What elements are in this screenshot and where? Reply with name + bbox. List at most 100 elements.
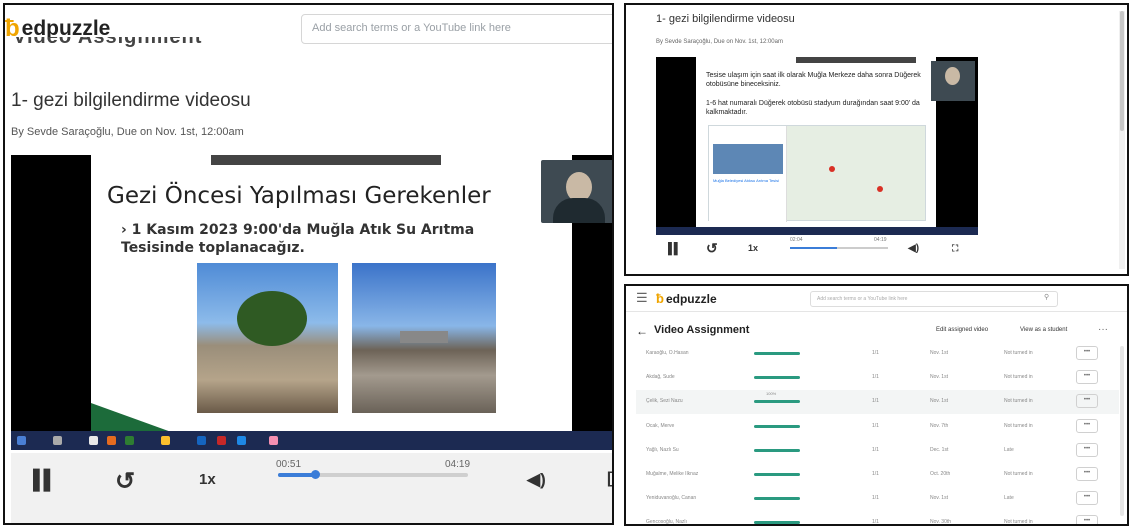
map-place-name: Muğla Belediyesi Atıksu Arıtma Tesisi — [713, 178, 779, 183]
questions-answered: 1/1 — [872, 446, 879, 453]
fullscreen-icon[interactable]: [ — [607, 470, 612, 488]
webcam-overlay — [541, 160, 612, 223]
current-time: 00:51 — [276, 459, 302, 470]
logo-text: edpuzzle — [665, 291, 717, 306]
turn-in-status: Not turned in — [1004, 471, 1033, 477]
table-row[interactable]: Gencosoğlu, Nazlı 1/1 Nov. 30th Not turned … — [636, 511, 1119, 526]
progress-bar — [754, 400, 800, 404]
table-row[interactable]: Yağlı, Nazlı Su 1/1 Dec. 1st Late ••• — [636, 439, 1119, 463]
menu-icon[interactable]: ☰ — [636, 290, 648, 306]
speed-button[interactable]: 1x — [199, 471, 216, 488]
recorder-bar — [796, 57, 916, 63]
progress-bar — [754, 424, 800, 428]
table-row[interactable]: Karaoğlu, Ö.Hasan 1/1 Nov. 1st Not turned i… — [636, 342, 1119, 366]
turn-in-status: Not turned in — [1004, 519, 1033, 526]
page-heading-cut: Video Assignment — [13, 37, 203, 48]
duration: 04:19 — [874, 237, 887, 243]
header: ☰ ƀ edpuzzle Add search terms or a YouTu… — [626, 286, 1127, 312]
student-name: Yağlı, Nazlı Su — [646, 446, 679, 453]
progress-percent: 100% — [766, 391, 777, 397]
questions-answered: 1/1 — [872, 374, 879, 381]
photo-gate-road — [352, 263, 496, 413]
left-player-panel: ƀ edpuzzle Add search terms or a YouTube… — [3, 3, 614, 525]
current-time: 02:04 — [790, 237, 803, 243]
video-frame[interactable]: Gezi Öncesi Yapılması Gerekenler › 1 Kas… — [11, 155, 612, 450]
assignment-panel: ☰ ƀ edpuzzle Add search terms or a YouTu… — [624, 284, 1129, 526]
edpuzzle-logo[interactable]: ƀ edpuzzle — [656, 291, 717, 306]
row-actions-button[interactable]: ••• — [1076, 491, 1098, 506]
slide-paragraph-1: Tesise ulaşım için saat ilk olarak Muğla… — [706, 72, 921, 88]
questions-answered: 1/1 — [872, 495, 879, 502]
progress-bar — [754, 448, 800, 452]
recorder-bar — [211, 155, 441, 165]
search-input[interactable]: Add search terms or a YouTube link here — [301, 14, 612, 44]
search-icon[interactable]: ⚲ — [1044, 293, 1049, 301]
slide-bullet: › 1 Kasım 2023 9:00'da Muğla Atık Su Arı… — [121, 222, 475, 256]
row-actions-button[interactable]: ••• — [1076, 394, 1098, 409]
seek-fill — [790, 247, 838, 249]
replay-icon[interactable]: ↺ — [115, 467, 135, 496]
table-row[interactable]: Yeniduvanoğlu, Canan 1/1 Nov. 1st Late ••• — [636, 487, 1119, 511]
more-options-icon[interactable]: ··· — [1098, 324, 1108, 335]
slide-paragraph-2: 1-6 hat numaralı Düğerek otobüsü stadyum… — [706, 100, 920, 116]
turn-in-status: Late — [1004, 446, 1014, 453]
progress-bar — [754, 376, 800, 380]
student-name: Çelik, Sezi Nazu — [646, 398, 683, 405]
turn-in-status: Late — [1004, 495, 1014, 502]
row-actions-button[interactable]: ••• — [1076, 346, 1098, 360]
seek-handle[interactable] — [311, 470, 321, 479]
row-actions-button[interactable]: ••• — [1076, 370, 1098, 385]
student-name: Ocak, Merve — [646, 422, 675, 429]
video-frame[interactable]: Tesise ulaşım için saat ilk olarak Muğla… — [656, 57, 978, 235]
student-name: Gencosoğlu, Nazlı — [646, 519, 687, 526]
due-date: Nov. 1st — [930, 398, 948, 405]
search-input[interactable]: Add search terms or a YouTube link here — [810, 291, 1058, 307]
volume-icon[interactable]: ◀) — [908, 243, 919, 254]
progress-bar — [754, 497, 800, 501]
page-title: Video Assignment — [654, 324, 750, 336]
edit-assigned-video-button[interactable]: Edit assigned video — [936, 327, 988, 333]
student-name: Akdağ, Sude — [646, 374, 675, 381]
student-name: Muğalme, Melike Ilknaz — [646, 471, 699, 477]
back-arrow-icon[interactable]: ← — [636, 324, 648, 338]
logo-mark-icon: ƀ — [656, 291, 664, 306]
progress-bar — [754, 352, 800, 355]
photo-road-tree — [197, 263, 338, 413]
slide-heading: Gezi Öncesi Yapılması Gerekenler — [107, 183, 491, 209]
webcam-overlay — [931, 61, 975, 101]
table-row[interactable]: Ocak, Merve 1/1 Nov. 7th Not turned in ••• — [636, 415, 1119, 439]
fullscreen-icon[interactable]: ⛶ — [952, 243, 958, 254]
student-name: Yeniduvanoğlu, Canan — [646, 495, 697, 502]
due-date: Nov. 1st — [930, 374, 948, 381]
turn-in-status: Not turned in — [1004, 374, 1033, 381]
row-actions-button[interactable]: ••• — [1076, 418, 1098, 433]
table-row[interactable]: Çelik, Sezi Nazu 100% 1/1 Nov. 1st Not turne… — [636, 390, 1119, 415]
view-as-student-button[interactable]: View as a student — [1020, 327, 1067, 333]
video-title: 1- gezi bilgilendirme videosu — [11, 90, 251, 111]
questions-answered: 1/1 — [872, 422, 879, 429]
top-right-player-panel: 1- gezi bilgilendirme videosu By Sevde S… — [624, 3, 1129, 276]
table-row[interactable]: Akdağ, Sude 1/1 Nov. 1st Not turned in ••• — [636, 366, 1119, 390]
table-row[interactable]: Muğalme, Melike Ilknaz 1/1 Oct. 20th Not tu… — [636, 463, 1119, 487]
progress-bar — [754, 521, 800, 524]
row-actions-button[interactable]: ••• — [1076, 515, 1098, 524]
due-date: Nov. 30th — [930, 519, 952, 526]
player-controls: ▌▌ ↺ 1x 00:51 04:19 ◀) [ — [11, 453, 612, 523]
windows-taskbar — [656, 227, 978, 235]
speed-button[interactable]: 1x — [748, 243, 758, 253]
row-actions-button[interactable]: ••• — [1076, 442, 1098, 457]
seek-fill — [278, 473, 316, 477]
seek-bar[interactable] — [278, 470, 468, 479]
volume-icon[interactable]: ◀) — [527, 470, 546, 490]
seek-bar[interactable] — [790, 247, 888, 249]
scrollbar[interactable] — [1119, 11, 1125, 269]
pause-icon[interactable]: ▌▌ — [668, 243, 682, 255]
pause-icon[interactable]: ▌▌ — [33, 470, 57, 492]
row-actions-button[interactable]: ••• — [1076, 467, 1098, 481]
scrollbar[interactable] — [1120, 346, 1124, 516]
questions-answered: 1/1 — [872, 471, 879, 477]
due-date: Oct. 20th — [930, 471, 951, 477]
turn-in-status: Not turned in — [1004, 422, 1033, 429]
slide: Tesise ulaşım için saat ilk olarak Muğla… — [696, 57, 936, 227]
replay-icon[interactable]: ↺ — [706, 240, 718, 257]
